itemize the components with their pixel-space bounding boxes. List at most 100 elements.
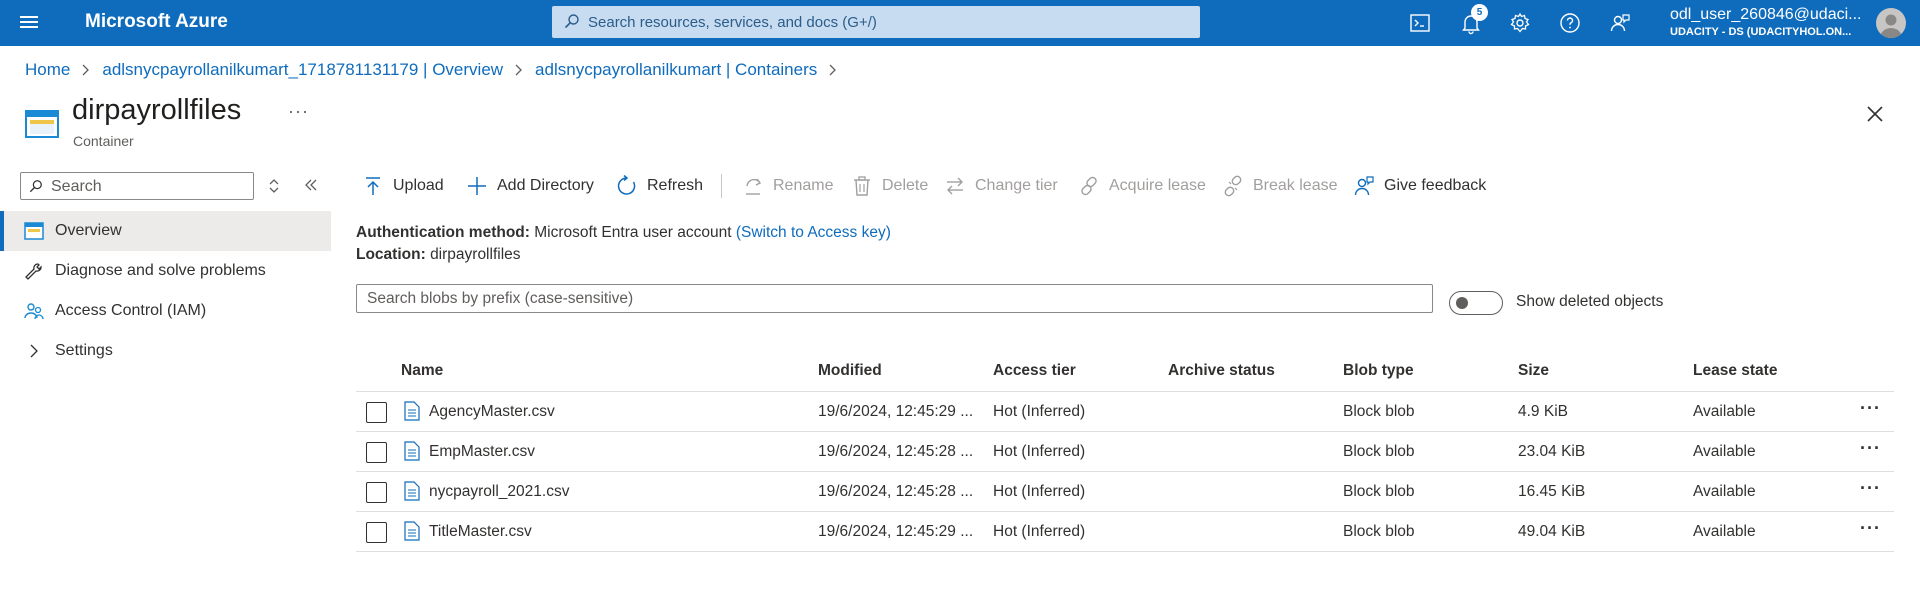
avatar[interactable]	[1876, 8, 1906, 38]
blob-prefix-search-input[interactable]: Search blobs by prefix (case-sensitive)	[356, 284, 1433, 313]
breadcrumb-storage-overview[interactable]: adlsnycpayrollanilkumart_1718781131179 |…	[102, 60, 503, 80]
sidebar-item-label: Overview	[55, 222, 122, 239]
account-info[interactable]: odl_user_260846@udaci... UDACITY - DS (U…	[1670, 6, 1866, 38]
broken-link-icon	[1224, 175, 1242, 197]
rename-label: Rename	[773, 177, 834, 194]
more-actions-button[interactable]: ···	[288, 101, 309, 122]
blob-size: 23.04 KiB	[1518, 443, 1586, 460]
acquire-lease-button[interactable]: Acquire lease	[1078, 172, 1206, 200]
rename-button[interactable]: Rename	[742, 172, 833, 200]
sort-updown-icon[interactable]	[268, 178, 280, 194]
blob-name[interactable]: EmpMaster.csv	[429, 443, 535, 461]
blob-access-tier: Hot (Inferred)	[993, 403, 1086, 420]
row-checkbox[interactable]	[366, 442, 387, 463]
refresh-label: Refresh	[647, 177, 704, 194]
delete-button[interactable]: Delete	[851, 172, 928, 200]
user-name: odl_user_260846@udaci...	[1670, 6, 1862, 23]
auth-method-value: Microsoft Entra user account	[534, 224, 732, 241]
row-more-button[interactable]: ···	[1860, 398, 1881, 419]
top-bar: Microsoft Azure Search resources, servic…	[0, 0, 1920, 46]
auth-method-line: Authentication method: Microsoft Entra u…	[356, 224, 891, 242]
avatar-person-icon	[1880, 14, 1902, 38]
table-row[interactable]: EmpMaster.csv 19/6/2024, 12:45:28 ... Ho…	[356, 432, 1894, 472]
table-row[interactable]: AgencyMaster.csv 19/6/2024, 12:45:29 ...…	[356, 392, 1894, 432]
sidebar-item-overview[interactable]: Overview	[0, 211, 331, 251]
trash-icon	[854, 176, 870, 196]
column-header-blob-type[interactable]: Blob type	[1343, 362, 1414, 380]
acquire-lease-label: Acquire lease	[1109, 177, 1206, 194]
blob-type: Block blob	[1343, 403, 1415, 420]
nav-search-placeholder: Search	[51, 178, 102, 195]
rename-icon	[746, 178, 762, 195]
sidebar-item-label: Access Control (IAM)	[55, 302, 207, 319]
upload-button[interactable]: Upload	[362, 172, 444, 200]
global-search-input[interactable]: Search resources, services, and docs (G+…	[552, 6, 1200, 38]
row-more-button[interactable]: ···	[1860, 438, 1881, 459]
blob-search-placeholder: Search blobs by prefix (case-sensitive)	[367, 290, 634, 307]
delete-label: Delete	[882, 177, 929, 194]
breadcrumb-home[interactable]: Home	[25, 60, 70, 80]
row-more-button[interactable]: ···	[1860, 518, 1881, 539]
show-deleted-toggle[interactable]	[1449, 291, 1503, 315]
show-deleted-label: Show deleted objects	[1516, 293, 1664, 310]
column-header-archive-status[interactable]: Archive status	[1168, 362, 1275, 380]
break-lease-label: Break lease	[1253, 177, 1338, 194]
column-header-modified[interactable]: Modified	[818, 362, 882, 380]
upload-label: Upload	[393, 177, 444, 194]
row-checkbox[interactable]	[366, 482, 387, 503]
help-icon[interactable]	[1558, 11, 1582, 35]
blob-name[interactable]: AgencyMaster.csv	[429, 403, 555, 421]
blob-name[interactable]: nycpayroll_2021.csv	[429, 483, 569, 501]
blob-size: 16.45 KiB	[1518, 483, 1586, 500]
table-row[interactable]: TitleMaster.csv 19/6/2024, 12:45:29 ... …	[356, 512, 1894, 552]
switch-auth-link[interactable]: (Switch to Access key)	[736, 224, 891, 241]
give-feedback-label: Give feedback	[1384, 177, 1487, 194]
gear-icon[interactable]	[1508, 11, 1532, 35]
change-tier-label: Change tier	[975, 177, 1058, 194]
link-icon	[1081, 176, 1097, 196]
give-feedback-button[interactable]: Give feedback	[1353, 172, 1486, 200]
swap-arrows-icon	[947, 177, 963, 195]
portal-brand[interactable]: Microsoft Azure	[85, 11, 228, 33]
blob-lease-state: Available	[1693, 523, 1756, 540]
sidebar-item-settings[interactable]: Settings	[0, 331, 331, 371]
sidebar-item-diagnose[interactable]: Diagnose and solve problems	[0, 251, 331, 291]
blob-lease-state: Available	[1693, 443, 1756, 460]
row-checkbox[interactable]	[366, 402, 387, 423]
column-header-access-tier[interactable]: Access tier	[993, 362, 1076, 380]
row-checkbox[interactable]	[366, 522, 387, 543]
sidebar-item-label: Diagnose and solve problems	[55, 262, 266, 279]
sidebar-item-iam[interactable]: Access Control (IAM)	[0, 291, 331, 331]
row-more-button[interactable]: ···	[1860, 478, 1881, 499]
blob-modified: 19/6/2024, 12:45:28 ...	[818, 483, 974, 500]
sidebar-item-label: Settings	[55, 342, 113, 359]
notification-badge: 5	[1471, 4, 1488, 21]
add-directory-button[interactable]: Add Directory	[466, 172, 594, 200]
feedback-icon[interactable]	[1608, 11, 1632, 35]
column-header-name[interactable]: Name	[401, 362, 443, 380]
location-line: Location: dirpayrollfiles	[356, 246, 521, 264]
blob-size: 4.9 KiB	[1518, 403, 1568, 420]
breadcrumb-containers[interactable]: adlsnycpayrollanilkumart | Containers	[535, 60, 817, 80]
hamburger-menu-icon[interactable]	[20, 13, 40, 33]
close-icon[interactable]	[1864, 103, 1886, 125]
table-row[interactable]: nycpayroll_2021.csv 19/6/2024, 12:45:28 …	[356, 472, 1894, 512]
refresh-icon	[617, 175, 636, 195]
blob-modified: 19/6/2024, 12:45:29 ...	[818, 523, 974, 540]
blob-access-tier: Hot (Inferred)	[993, 483, 1086, 500]
nav-search-input[interactable]: Search	[20, 172, 254, 200]
file-icon	[404, 481, 420, 501]
break-lease-button[interactable]: Break lease	[1222, 172, 1338, 200]
blob-size: 49.04 KiB	[1518, 523, 1586, 540]
collapse-nav-icon[interactable]	[303, 177, 319, 193]
chevron-right-icon	[82, 64, 90, 76]
blob-name[interactable]: TitleMaster.csv	[429, 523, 532, 541]
change-tier-button[interactable]: Change tier	[944, 172, 1058, 200]
column-header-size[interactable]: Size	[1518, 362, 1549, 380]
cloud-shell-icon[interactable]	[1408, 11, 1432, 35]
add-directory-label: Add Directory	[497, 177, 594, 194]
blob-modified: 19/6/2024, 12:45:29 ...	[818, 403, 974, 420]
plus-icon	[468, 177, 486, 195]
column-header-lease-state[interactable]: Lease state	[1693, 362, 1777, 380]
refresh-button[interactable]: Refresh	[616, 172, 703, 200]
